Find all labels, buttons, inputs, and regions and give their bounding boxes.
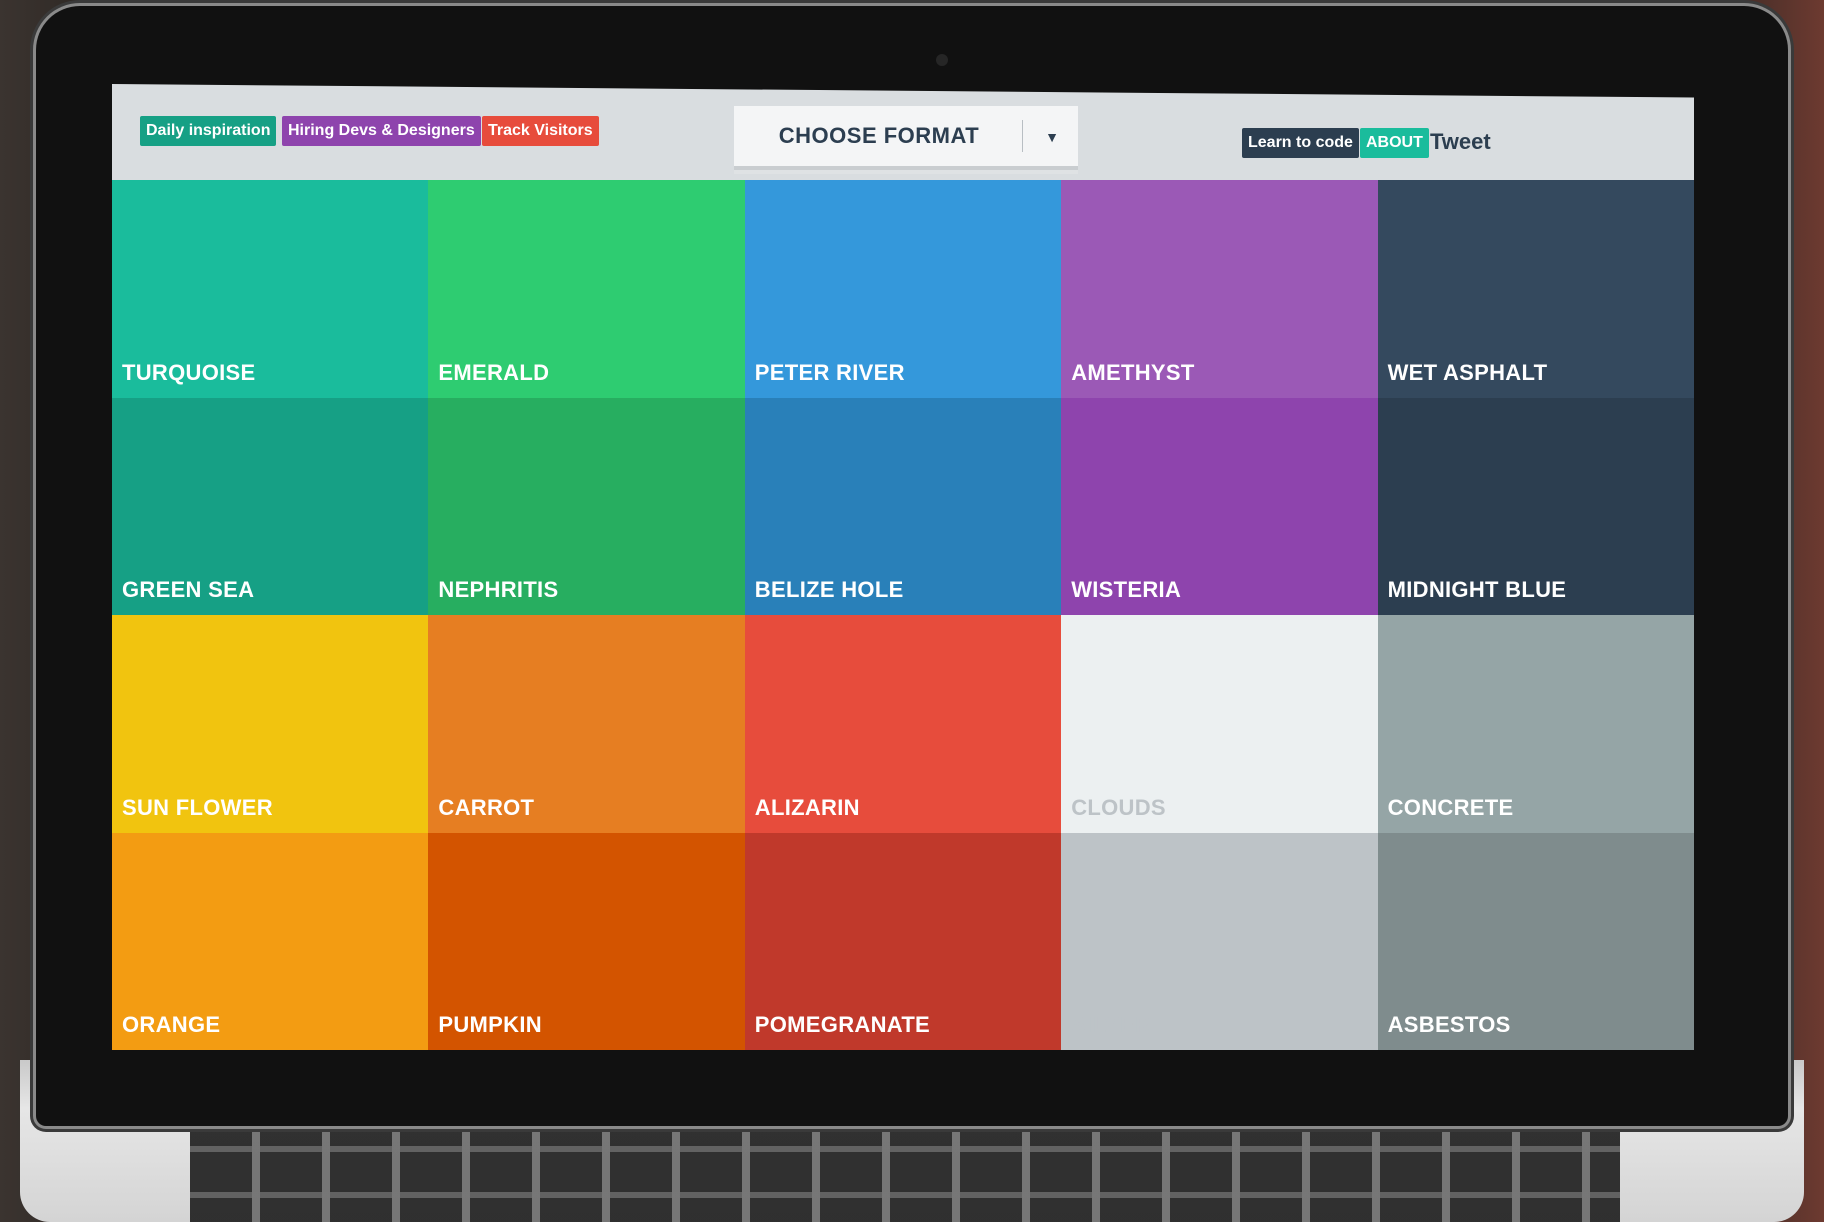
color-swatch[interactable]: BELIZE HOLE xyxy=(744,397,1062,615)
color-swatch-name: CARROT xyxy=(438,794,535,820)
color-swatch-name: MIDNIGHT BLUE xyxy=(1387,577,1567,602)
color-swatch[interactable]: SUN FLOWER xyxy=(112,615,429,833)
tweet-button[interactable]: Tweet xyxy=(1430,126,1491,158)
color-swatch[interactable]: POMEGRANATE xyxy=(744,832,1062,1050)
format-divider xyxy=(1022,120,1023,152)
color-swatch-name: CONCRETE xyxy=(1387,794,1514,820)
color-swatch-name: WISTERIA xyxy=(1071,577,1182,602)
color-swatch[interactable]: AMETHYST xyxy=(1061,180,1378,398)
color-swatch-name: NEPHRITIS xyxy=(438,577,559,602)
color-swatch-name: BELIZE HOLE xyxy=(754,577,904,602)
chevron-down-icon[interactable]: ▼ xyxy=(1030,106,1074,166)
about-link[interactable]: ABOUT xyxy=(1360,128,1429,158)
color-swatch[interactable]: CARROT xyxy=(428,615,745,833)
color-swatch-name: WET ASPHALT xyxy=(1387,359,1548,385)
daily-inspiration-link[interactable]: Daily inspiration xyxy=(140,116,277,146)
color-swatch[interactable]: GREEN SEA xyxy=(112,397,429,615)
color-swatch[interactable]: NEPHRITIS xyxy=(428,397,745,615)
color-swatch[interactable]: CLOUDS xyxy=(1061,615,1378,833)
color-swatch[interactable]: WISTERIA xyxy=(1061,397,1378,615)
color-swatch[interactable]: PUMPKIN xyxy=(428,832,745,1050)
color-swatch[interactable]: MIDNIGHT BLUE xyxy=(1377,397,1694,615)
color-swatch[interactable]: TURQUOISE xyxy=(112,180,429,398)
learn-to-code-link[interactable]: Learn to code xyxy=(1242,128,1359,158)
top-bar: Daily inspiration Hiring Devs & Designer… xyxy=(112,84,1694,180)
color-swatch-name: ASBESTOS xyxy=(1387,1012,1511,1037)
color-swatch-grid: TURQUOISE EMERALD PETER RIVER AMETHYST WET A… xyxy=(112,180,1694,1050)
color-swatch[interactable]: PETER RIVER xyxy=(744,180,1062,398)
color-swatch-name: TURQUOISE xyxy=(122,359,256,385)
color-swatch-name: ALIZARIN xyxy=(754,794,860,820)
color-swatch-name: SUN FLOWER xyxy=(122,794,273,820)
color-swatch[interactable]: WET ASPHALT xyxy=(1377,180,1694,398)
color-swatch[interactable]: EMERALD xyxy=(428,180,745,398)
track-visitors-link[interactable]: Track Visitors xyxy=(482,116,599,146)
color-swatch-name: CLOUDS xyxy=(1071,794,1166,820)
color-swatch-name: ORANGE xyxy=(122,1012,221,1037)
color-swatch[interactable]: SILVER xyxy=(1061,832,1378,1050)
color-swatch[interactable]: ORANGE xyxy=(112,832,429,1050)
color-swatch-name: POMEGRANATE xyxy=(754,1012,931,1037)
choose-format-label: CHOOSE FORMAT xyxy=(778,123,980,148)
color-swatch-name: GREEN SEA xyxy=(122,577,255,602)
color-swatch-name: AMETHYST xyxy=(1071,359,1195,385)
color-swatch[interactable]: CONCRETE xyxy=(1377,615,1694,833)
choose-format-dropdown[interactable]: CHOOSE FORMAT ▼ xyxy=(734,106,1078,166)
color-swatch-name: SILVER xyxy=(1071,1012,1151,1037)
camera xyxy=(936,54,948,66)
color-swatch-name: PUMPKIN xyxy=(438,1012,542,1037)
color-swatch-name: PETER RIVER xyxy=(754,359,905,385)
laptop-screen: Daily inspiration Hiring Devs & Designer… xyxy=(112,84,1694,1050)
color-swatch-name: EMERALD xyxy=(438,359,550,385)
color-swatch[interactable]: ASBESTOS xyxy=(1377,832,1694,1050)
color-swatch[interactable]: ALIZARIN xyxy=(744,615,1062,833)
hiring-link[interactable]: Hiring Devs & Designers xyxy=(282,116,481,146)
